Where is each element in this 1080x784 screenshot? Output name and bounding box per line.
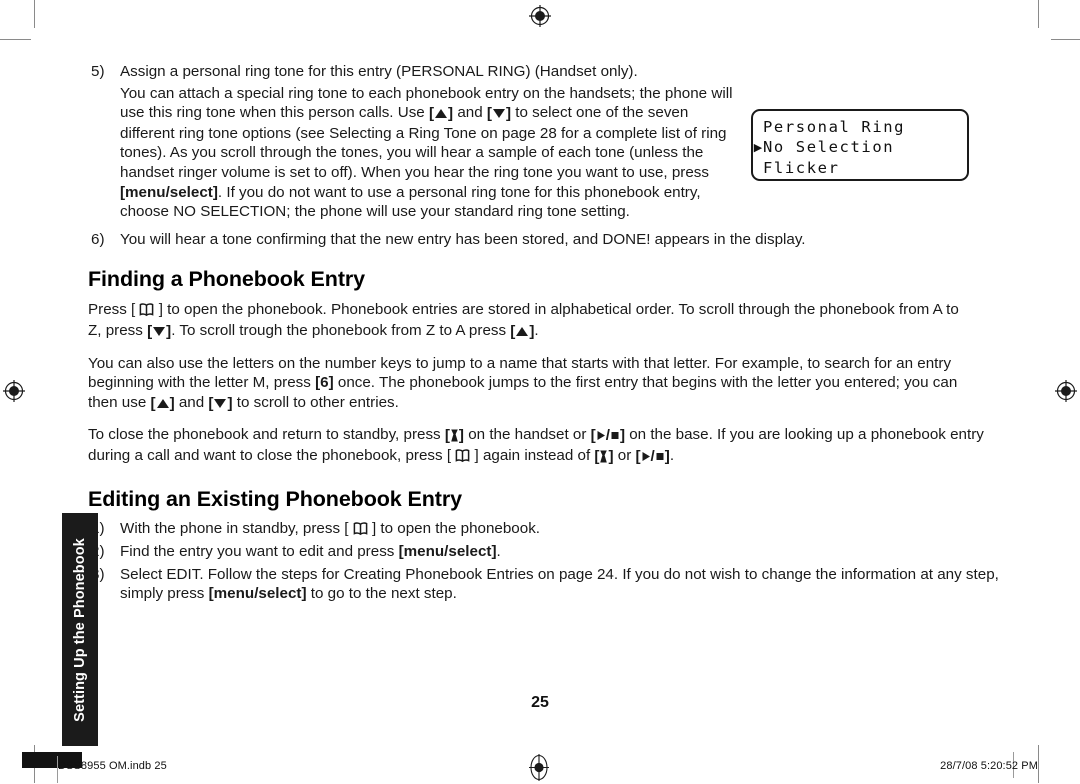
up-triangle-key-icon: [] — [150, 394, 175, 412]
finding-p3-part-a: To close the phonebook and return to sta… — [88, 426, 445, 444]
step-5-body-paragraph: You can attach a special ring tone to ea… — [88, 84, 740, 222]
finding-p1-part-a: Press [ — [88, 301, 140, 319]
play-stop-key-icon: [/] — [590, 427, 625, 445]
edit-step-1-part-b: ] to open the phonebook. — [367, 519, 541, 537]
open-book-key-icon — [353, 520, 368, 540]
list-item-step-5: 5) Assign a personal ring tone for this … — [88, 62, 760, 82]
lcd-line-selected: ▶No Selection — [753, 137, 967, 158]
up-triangle-key-icon: [] — [428, 105, 454, 123]
open-book-key-icon — [455, 447, 470, 467]
edit-step-1-part-a: With the phone in standby, press [ — [120, 519, 353, 537]
list-item-step-6: 6) You will hear a tone confirming that … — [88, 230, 1025, 250]
finding-paragraph-1: Press [ ] to open the phonebook. Phonebo… — [88, 300, 973, 341]
finding-p3-part-f: . — [669, 446, 675, 464]
list-item-edit-step-2: 2) Find the entry you want to edit and p… — [88, 542, 1000, 562]
finding-p3-part-b: on the handset or — [463, 426, 591, 444]
manual-page: 5) Assign a personal ring tone for this … — [0, 0, 1080, 746]
finding-p2-part-c: to scroll to other entries. — [232, 393, 399, 411]
lcd-line-title: Personal Ring — [763, 118, 906, 136]
edit-step-3-part-b: to go to the next step. — [306, 585, 457, 603]
finding-p3-part-e: or — [613, 446, 636, 464]
page-number: 25 — [531, 694, 549, 711]
lcd-display-illustration: Personal Ring ▶No Selection Flicker — [751, 109, 969, 181]
edit-step-2-part-c: . — [496, 543, 501, 561]
menu-select-key-label: [menu/select] — [208, 585, 307, 603]
step-5-conjunction: and — [453, 104, 487, 122]
lcd-line-option: Flicker — [763, 159, 840, 177]
open-book-key-icon — [139, 301, 154, 321]
footer-registration-mark — [527, 754, 551, 781]
step-number: 6) — [91, 230, 105, 248]
menu-select-key-label: [menu/select] — [398, 543, 497, 561]
menu-select-key-label: [menu/select] — [120, 183, 218, 201]
finding-paragraph-2: You can also use the letters on the numb… — [88, 354, 988, 414]
down-triangle-key-icon: [] — [147, 322, 172, 340]
step-number: 5) — [91, 63, 105, 80]
down-triangle-key-icon: [] — [486, 105, 512, 123]
edit-step-2-part-a: Find the entry you want to edit and pres… — [120, 543, 399, 561]
print-footer: DSS8955 OM.indb 25 28/7/08 5:20:52 PM — [0, 752, 1080, 783]
step-text: You will hear a tone confirming that the… — [120, 230, 806, 248]
finding-p2-conjunction: and — [174, 393, 209, 411]
finding-p1-part-c: . To scroll trough the phonebook from Z … — [171, 321, 511, 339]
play-stop-key-icon: [/] — [635, 447, 670, 465]
finding-p1-part-d: . — [534, 321, 539, 339]
step-text: Assign a personal ring tone for this ent… — [120, 63, 638, 80]
section-heading-editing-phonebook-entry: Editing an Existing Phonebook Entry — [88, 486, 462, 511]
finding-p3-part-d: ] again instead of — [470, 446, 595, 464]
number-key-6-label: [6] — [315, 374, 334, 392]
footer-filename: DSS8955 OM.indb 25 — [58, 760, 167, 772]
list-item-edit-step-3: 3) Select EDIT. Follow the steps for Cre… — [88, 565, 1000, 604]
footer-timestamp: 28/7/08 5:20:52 PM — [940, 760, 1038, 772]
handset-off-key-icon: [] — [444, 427, 464, 445]
up-triangle-key-icon: [] — [510, 322, 535, 340]
handset-off-key-icon: [] — [594, 447, 614, 465]
section-heading-finding-phonebook-entry: Finding a Phonebook Entry — [88, 267, 366, 292]
down-triangle-key-icon: [] — [208, 394, 233, 412]
finding-paragraph-3: To close the phonebook and return to sta… — [88, 425, 988, 466]
lcd-line-selected-text: No Selection — [763, 138, 895, 156]
selection-caret-icon: ▶ — [753, 141, 763, 154]
list-item-edit-step-1: 1) With the phone in standby, press [ ] … — [88, 519, 1000, 540]
